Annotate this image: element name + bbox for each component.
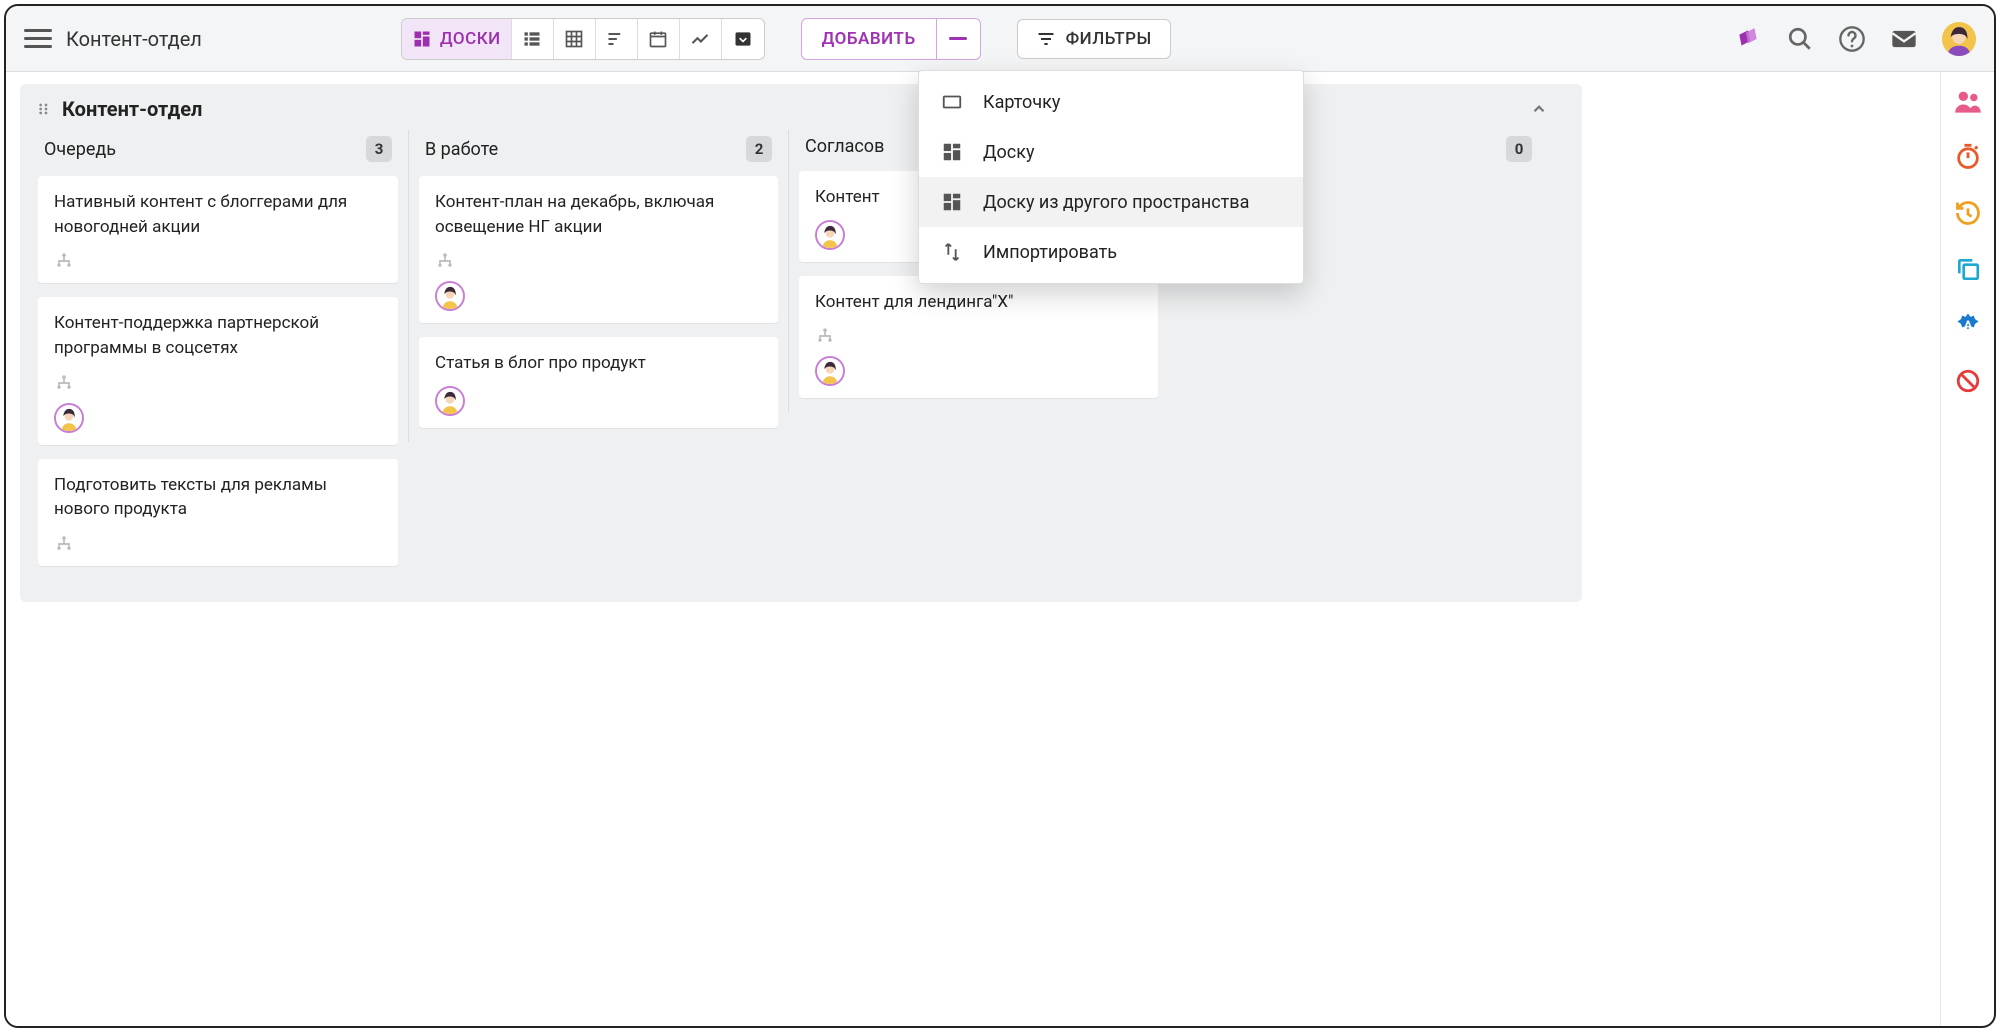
view-chart-button[interactable]	[680, 19, 722, 59]
card-meta	[54, 373, 382, 393]
card-title: Контент-план на декабрь, включая освещен…	[435, 190, 762, 239]
history-icon[interactable]	[1953, 198, 1983, 228]
board-column: Очередь 3 Нативный контент с блоггерами дл…	[28, 130, 408, 580]
dropdown-item-label: Доску из другого пространства	[983, 192, 1249, 213]
subtask-icon	[815, 326, 835, 346]
card[interactable]: Подготовить тексты для рекламы нового пр…	[38, 459, 398, 566]
copy-icon[interactable]	[1953, 254, 1983, 284]
boards-icon	[412, 29, 432, 49]
dropdown-item-board[interactable]: Доску	[919, 127, 1303, 177]
card-meta	[54, 534, 382, 554]
dropdown-item-board-other-space[interactable]: Доску из другого пространства	[919, 177, 1303, 227]
add-button[interactable]: ДОБАВИТЬ	[802, 19, 936, 59]
dropdown-item-label: Импортировать	[983, 242, 1117, 263]
card[interactable]: Статья в блог про продукт	[419, 337, 778, 428]
board-column: В работе 2 Контент-план на декабрь, включа…	[408, 130, 788, 442]
card-title: Контент-поддержка партнерской программы …	[54, 311, 382, 360]
column-count: 2	[746, 136, 772, 162]
assignee-avatar[interactable]	[54, 403, 84, 433]
assignee-avatar[interactable]	[815, 220, 845, 250]
card-meta	[54, 251, 382, 271]
assignee-avatar[interactable]	[815, 356, 845, 386]
card[interactable]: Нативный контент с блоггерами для нового…	[38, 176, 398, 283]
column-title: В работе	[425, 139, 498, 160]
block-icon[interactable]	[1953, 366, 1983, 396]
assignee-avatar[interactable]	[435, 386, 465, 416]
drag-handle-icon[interactable]	[36, 101, 52, 117]
view-list-button[interactable]	[512, 19, 554, 59]
card-title: Подготовить тексты для рекламы нового пр…	[54, 473, 382, 522]
assignee-avatar[interactable]	[435, 281, 465, 311]
help-icon[interactable]	[1838, 25, 1866, 53]
view-switcher: ДОСКИ	[401, 18, 765, 60]
filter-icon	[1036, 29, 1056, 49]
dropdown-item-import[interactable]: Импортировать	[919, 227, 1303, 277]
right-sidebar: A	[1940, 72, 1994, 1026]
board-icon	[939, 189, 965, 215]
cards-icon[interactable]	[1734, 25, 1762, 53]
timer-icon[interactable]	[1953, 142, 1983, 172]
view-table-button[interactable]	[554, 19, 596, 59]
card-meta	[435, 251, 762, 271]
view-archive-button[interactable]	[722, 19, 764, 59]
board: Контент-отдел Очередь 3 Нативный контент с…	[20, 84, 1582, 602]
subtask-icon	[435, 251, 455, 271]
topbar: Контент-отдел ДОСКИ	[6, 6, 1994, 72]
user-avatar[interactable]	[1942, 22, 1976, 56]
card[interactable]: Контент для лендинга"Х"	[799, 276, 1158, 399]
dropdown-item-label: Доску	[983, 142, 1034, 163]
automation-icon[interactable]: A	[1953, 310, 1983, 340]
column-header: В работе 2	[419, 130, 778, 176]
collapse-board-button[interactable]	[1526, 96, 1566, 122]
view-calendar-button[interactable]	[638, 19, 680, 59]
card-icon	[939, 89, 965, 115]
board-title: Контент-отдел	[62, 97, 202, 121]
menu-button[interactable]	[24, 25, 52, 53]
card-title: Статья в блог про продукт	[435, 351, 762, 376]
column-header: Очередь 3	[38, 130, 398, 176]
add-dropdown-menu: Карточку Доску Доску из другого простран…	[918, 70, 1304, 284]
card[interactable]: Контент-план на декабрь, включая освещен…	[419, 176, 778, 323]
filters-button[interactable]: ФИЛЬТРЫ	[1017, 19, 1171, 59]
import-icon	[939, 239, 965, 265]
card-title: Контент для лендинга"Х"	[815, 290, 1142, 315]
view-boards-button[interactable]: ДОСКИ	[402, 19, 512, 59]
mail-icon[interactable]	[1890, 25, 1918, 53]
add-dropdown-toggle[interactable]	[936, 19, 980, 59]
column-title: Согласов	[805, 136, 884, 157]
board-header: Контент-отдел	[20, 84, 1582, 122]
view-timeline-button[interactable]	[596, 19, 638, 59]
search-icon[interactable]	[1786, 25, 1814, 53]
add-button-group: ДОБАВИТЬ	[801, 18, 981, 60]
topbar-right	[1734, 22, 1976, 56]
subtask-icon	[54, 373, 74, 393]
filters-label: ФИЛЬТРЫ	[1066, 29, 1152, 49]
card-meta	[815, 326, 1142, 346]
svg-text:A: A	[1963, 319, 1972, 334]
people-icon[interactable]	[1953, 86, 1983, 116]
column-title: Очередь	[44, 139, 116, 160]
subtask-icon	[54, 251, 74, 271]
board-icon	[939, 139, 965, 165]
view-boards-label: ДОСКИ	[440, 29, 501, 49]
subtask-icon	[54, 534, 74, 554]
column-count: 0	[1506, 136, 1532, 162]
dropdown-item-card[interactable]: Карточку	[919, 77, 1303, 127]
card[interactable]: Контент-поддержка партнерской программы …	[38, 297, 398, 444]
column-count: 3	[366, 136, 392, 162]
card-title: Нативный контент с блоггерами для нового…	[54, 190, 382, 239]
space-title: Контент-отдел	[66, 27, 202, 51]
dropdown-item-label: Карточку	[983, 92, 1060, 113]
